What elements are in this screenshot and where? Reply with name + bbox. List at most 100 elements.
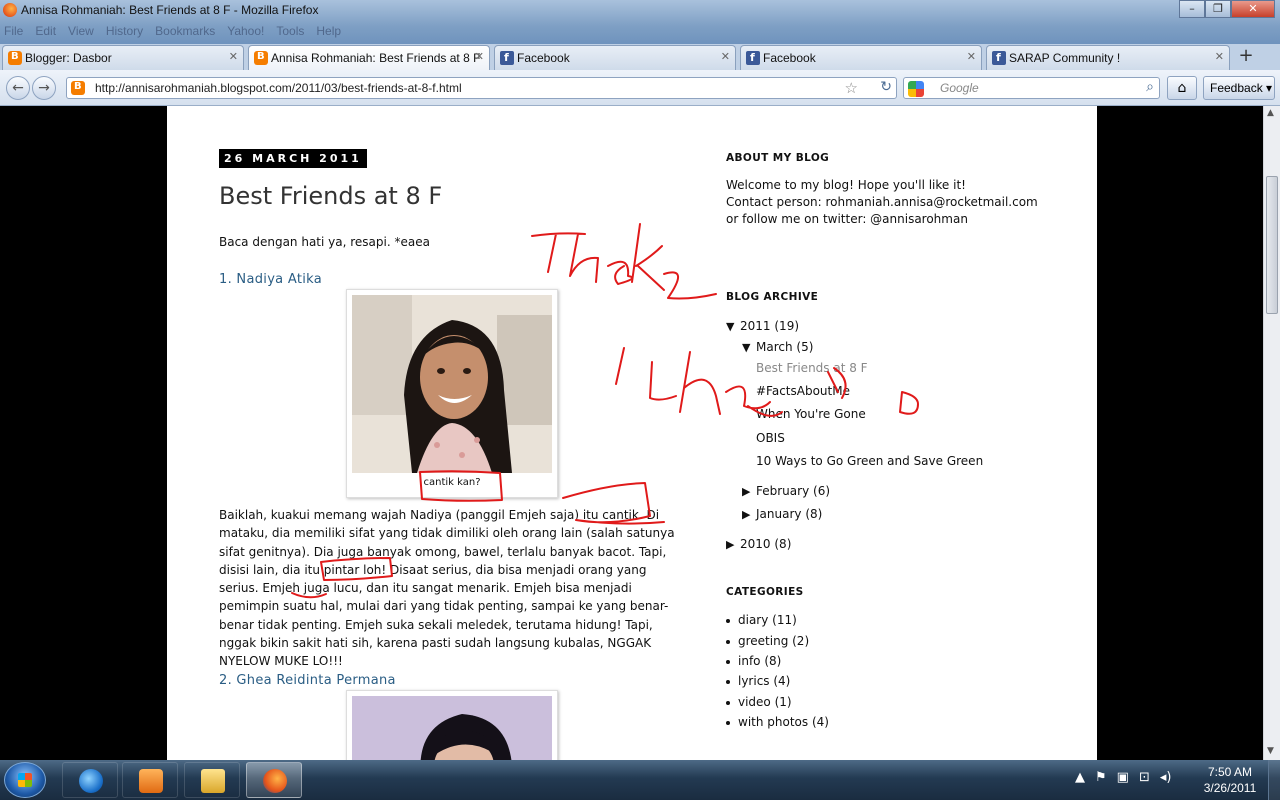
bookmark-star-icon[interactable]: ☆ [845, 79, 858, 97]
menu-file[interactable]: File [4, 24, 23, 38]
menu-view[interactable]: View [68, 24, 94, 38]
scroll-down-icon[interactable]: ▼ [1267, 746, 1274, 756]
taskbar-clock[interactable]: 7:50 AM 3/26/2011 [1195, 764, 1265, 796]
device-icon[interactable]: ▣ [1117, 770, 1129, 785]
close-button[interactable]: ✕ [1231, 0, 1275, 18]
action-center-flag-icon[interactable]: ⚑ [1095, 770, 1107, 785]
search-icon[interactable]: ⌕ [1146, 79, 1154, 95]
clock-time: 7:50 AM [1207, 765, 1253, 779]
archive-month-march[interactable]: ▼ March (5) [742, 340, 813, 354]
archive-post-link[interactable]: When You're Gone [756, 407, 866, 421]
start-button[interactable] [4, 762, 46, 798]
expanded-triangle-icon[interactable]: ▼ [742, 341, 756, 354]
explorer-icon [201, 769, 225, 793]
archive-month-label[interactable]: January [756, 507, 802, 521]
category-item[interactable]: lyrics (4) [726, 674, 790, 688]
tab-blogger-dasbor[interactable]: Blogger: Dasbor ✕ [2, 45, 244, 70]
menu-edit[interactable]: Edit [35, 24, 56, 38]
post-title[interactable]: Best Friends at 8 F [219, 182, 442, 210]
archive-year-2011[interactable]: ▼ 2011 (19) [726, 319, 799, 333]
tab-facebook-1[interactable]: Facebook ✕ [494, 45, 736, 70]
tab-sarap-community[interactable]: SARAP Community ! ✕ [986, 45, 1230, 70]
search-placeholder[interactable]: Google [940, 81, 979, 95]
photo-caption: cantik kan? [423, 477, 481, 488]
search-bar[interactable]: Google ⌕ [903, 77, 1160, 99]
category-item[interactable]: with photos (4) [726, 715, 829, 729]
internet-explorer-icon [79, 769, 103, 793]
page-viewport: 26 MARCH 2011 Best Friends at 8 F Baca d… [0, 106, 1263, 760]
archive-month-january[interactable]: ▶ January (8) [742, 507, 822, 521]
about-heading: ABOUT MY BLOG [726, 152, 830, 164]
forward-button[interactable]: → [32, 76, 56, 100]
archive-month-february[interactable]: ▶ February (6) [742, 484, 830, 498]
archive-post-current[interactable]: Best Friends at 8 F [756, 361, 868, 375]
blogger-icon [8, 51, 22, 65]
taskbar-internet-explorer[interactable] [62, 762, 118, 798]
back-button[interactable]: ← [6, 76, 30, 100]
archive-year-label[interactable]: 2011 [740, 319, 771, 333]
scroll-thumb[interactable] [1266, 176, 1278, 314]
photo-ghea[interactable] [352, 696, 552, 760]
minimize-button[interactable]: – [1179, 0, 1205, 18]
menu-yahoo[interactable]: Yahoo! [227, 24, 264, 38]
category-label[interactable]: greeting (2) [738, 634, 809, 648]
archive-year-label[interactable]: 2010 [740, 537, 771, 551]
volume-icon[interactable]: ◂) [1160, 770, 1172, 785]
menu-bookmarks[interactable]: Bookmarks [155, 24, 215, 38]
post-date: 26 MARCH 2011 [219, 149, 367, 168]
taskbar-explorer[interactable] [184, 762, 240, 798]
category-item[interactable]: info (8) [726, 654, 781, 668]
category-label[interactable]: diary (11) [738, 613, 797, 627]
menu-history[interactable]: History [106, 24, 143, 38]
category-label[interactable]: lyrics (4) [738, 674, 790, 688]
scroll-up-icon[interactable]: ▲ [1267, 108, 1274, 118]
expanded-triangle-icon[interactable]: ▼ [726, 320, 740, 333]
maximize-button[interactable]: ❐ [1205, 0, 1231, 18]
category-label[interactable]: info (8) [738, 654, 781, 668]
firefox-icon [3, 3, 17, 17]
tab-best-friends[interactable]: Annisa Rohmaniah: Best Friends at 8 F ✕ [248, 45, 490, 70]
address-bar[interactable]: http://annisarohmaniah.blogspot.com/2011… [66, 77, 897, 99]
google-icon[interactable] [908, 81, 924, 97]
tab-close-icon[interactable]: ✕ [967, 50, 976, 63]
tab-close-icon[interactable]: ✕ [1215, 50, 1224, 63]
archive-post-link[interactable]: OBIS [756, 431, 785, 445]
collapsed-triangle-icon[interactable]: ▶ [742, 508, 756, 521]
category-item[interactable]: greeting (2) [726, 634, 809, 648]
home-button[interactable]: ⌂ [1167, 76, 1197, 100]
clock-date: 3/26/2011 [1203, 781, 1257, 795]
menu-help[interactable]: Help [316, 24, 341, 38]
taskbar-firefox[interactable] [246, 762, 302, 798]
tab-label: Facebook [763, 51, 816, 65]
collapsed-triangle-icon[interactable]: ▶ [726, 538, 740, 551]
tab-close-icon[interactable]: ✕ [721, 50, 730, 63]
collapsed-triangle-icon[interactable]: ▶ [742, 485, 756, 498]
feedback-button[interactable]: Feedback ▾ [1203, 76, 1275, 100]
vertical-scrollbar[interactable]: ▲ ▼ [1263, 106, 1280, 760]
network-icon[interactable]: ⊡ [1139, 770, 1150, 785]
archive-year-2010[interactable]: ▶ 2010 (8) [726, 537, 791, 551]
tab-close-icon[interactable]: ✕ [475, 50, 484, 63]
taskbar-media-player[interactable] [122, 762, 178, 798]
reload-icon[interactable]: ↻ [880, 79, 892, 95]
tab-close-icon[interactable]: ✕ [229, 50, 238, 63]
menu-tools[interactable]: Tools [276, 24, 304, 38]
category-item[interactable]: video (1) [726, 695, 792, 709]
show-desktop-button[interactable] [1268, 760, 1280, 800]
tray-expand-icon[interactable]: ▲ [1075, 770, 1085, 785]
archive-month-label[interactable]: March [756, 340, 793, 354]
archive-post-link[interactable]: 10 Ways to Go Green and Save Green [756, 454, 983, 468]
category-label[interactable]: video (1) [738, 695, 792, 709]
about-contact: Contact person: rohmaniah.annisa@rocketm… [726, 195, 1038, 209]
tab-facebook-2[interactable]: Facebook ✕ [740, 45, 982, 70]
menu-bar: File Edit View History Bookmarks Yahoo! … [4, 24, 341, 38]
new-tab-button[interactable]: + [1234, 46, 1258, 68]
archive-count: (5) [796, 340, 814, 354]
archive-month-label[interactable]: February [756, 484, 809, 498]
archive-post-link[interactable]: #FactsAboutMe [756, 384, 850, 398]
category-label[interactable]: with photos (4) [738, 715, 829, 729]
url-text[interactable]: http://annisarohmaniah.blogspot.com/2011… [95, 81, 462, 95]
category-item[interactable]: diary (11) [726, 613, 797, 627]
photo-nadiya[interactable] [352, 295, 552, 473]
bullet-icon [726, 659, 730, 664]
